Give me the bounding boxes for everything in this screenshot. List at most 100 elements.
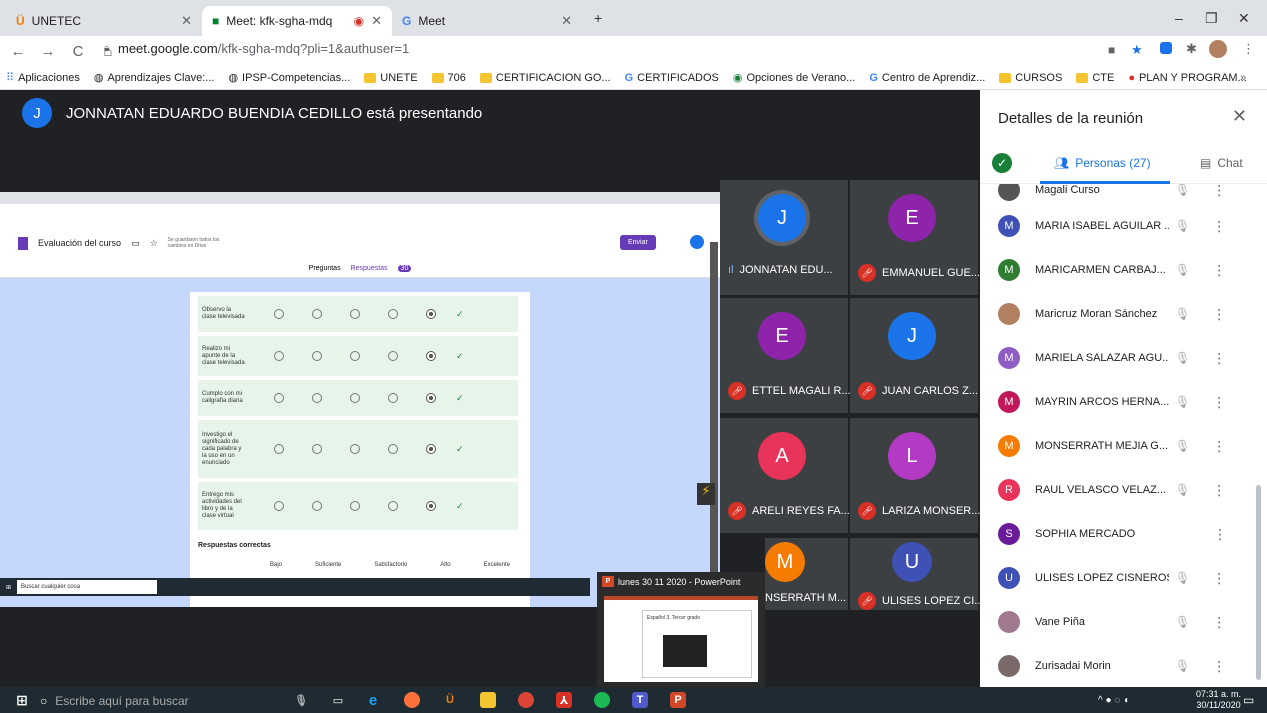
menu-kebab-icon[interactable]: ⋮ [1242,41,1255,57]
participant-tile[interactable]: J 🎤︎ JUAN CARLOS Z... [850,298,978,413]
participant-row[interactable]: M MAYRIN ARCOS HERNA... 🎙︎ ⋮ [998,382,1263,422]
extension-icon[interactable] [1160,42,1172,54]
minimize-button[interactable]: – [1175,10,1183,26]
bookmark-folder[interactable]: UNETE [364,72,418,84]
close-icon[interactable]: ✕ [371,13,382,29]
puzzle-icon[interactable]: ✱ [1186,41,1197,57]
profile-avatar[interactable] [1209,40,1227,58]
participant-name: Maricruz Moran Sánchez [1035,308,1158,320]
participant-row[interactable]: Zurisadai Morin 🎙︎ ⋮ [998,646,1263,686]
more-options-icon[interactable]: ⋮ [1213,526,1227,543]
firefox-icon[interactable] [404,692,420,708]
participant-row[interactable]: Vane Piña 🎙︎ ⋮ [998,602,1263,642]
participant-row[interactable]: R RAUL VELASCO VELAZ... 🎙︎ ⋮ [998,470,1263,510]
taskbar-search[interactable]: ○ Escribe aquí para buscar [40,690,276,712]
reload-icon[interactable]: C [66,43,90,60]
acrobat-icon[interactable]: ⅄ [556,692,572,708]
info-check-icon[interactable]: ✓ [992,153,1012,173]
window-close-button[interactable]: ✕ [1238,10,1250,27]
restore-button[interactable]: ❐ [1205,10,1218,27]
address-bar[interactable]: meet.google.com/kfk-sgha-mdq?pli=1&authu… [118,41,409,56]
system-clock[interactable]: 07:31 a. m. 30/11/2020 [1196,689,1241,711]
close-icon[interactable]: ✕ [561,13,572,29]
bookmark-folder[interactable]: CTE [1076,72,1114,84]
back-icon[interactable]: ← [6,43,30,60]
bookmark-star-icon[interactable]: ★ [1131,42,1143,58]
row-label: Observo la clase televisada [202,307,245,320]
bookmark-item[interactable]: ● PLAN Y PROGRAM... [1128,72,1246,84]
new-tab-button[interactable]: + [594,10,602,26]
more-options-icon[interactable]: ⋮ [1212,262,1226,279]
participant-tile[interactable]: J ıl JONNATAN EDU... [720,180,848,295]
more-options-icon[interactable]: ⋮ [1212,570,1226,587]
more-options-icon[interactable]: ⋮ [1212,394,1226,411]
forward-icon[interactable]: → [36,43,60,60]
bookmark-folder[interactable]: CURSOS [999,72,1062,84]
more-options-icon[interactable]: ⋮ [1212,438,1226,455]
tab-people[interactable]: 👥︎ Personas (27) [1054,156,1151,170]
browser-tab-meet[interactable]: G Meet ✕ [392,6,582,36]
task-view-icon[interactable]: ▭ [330,692,346,708]
participant-row[interactable]: M MONSERRATH MEJIA G... 🎙︎ ⋮ [998,426,1263,466]
powerpoint-preview[interactable]: Plunes 30 11 2020 - PowerPoint Español 3… [597,572,765,688]
participant-row[interactable]: U ULISES LOPEZ CISNEROS 🎙︎ ⋮ [998,558,1263,598]
browser-tab-meet-active[interactable]: ■ Meet: kfk-sgha-mdq ◉ ✕ [202,6,392,36]
spotify-icon[interactable] [594,692,610,708]
panel-scrollbar[interactable] [1256,485,1261,680]
search-placeholder: Escribe aquí para buscar [55,694,189,708]
more-options-icon[interactable]: ⋮ [1212,658,1226,675]
tab-chat[interactable]: ▤ Chat [1200,156,1243,170]
close-icon[interactable]: ✕ [1232,106,1247,127]
participant-tile[interactable]: M NSERRATH M... [765,538,848,610]
mic-off-icon: 🎙︎ [1175,615,1191,629]
more-bookmarks-icon[interactable]: » [1240,72,1246,84]
avatar: M [998,435,1020,457]
more-options-icon[interactable]: ⋮ [1212,614,1226,631]
slide-title: Español 3. Tercer grado [647,615,700,621]
participant-row[interactable]: M MARIA ISABEL AGUILAR ... 🎙︎ ⋮ [998,206,1263,246]
tab-label: Chat [1217,156,1243,170]
participant-tile[interactable]: E 🎤︎ ETTEL MAGALI R... [720,298,851,413]
participant-tile[interactable]: A 🎤︎ ARELI REYES FA... [720,418,850,533]
more-options-icon[interactable]: ⋮ [1212,218,1226,235]
powerpoint-icon[interactable]: P [670,692,686,708]
teams-icon[interactable]: T [632,692,648,708]
radio [312,393,322,403]
more-options-icon[interactable]: ⋮ [1212,482,1226,499]
more-options-icon[interactable]: ⋮ [1212,350,1226,367]
folder-icon [364,72,377,83]
unetec-icon[interactable]: Ü [442,692,458,708]
chrome-icon[interactable] [518,692,534,708]
windows-start-icon[interactable]: ⊞ [14,692,30,708]
participant-tile[interactable]: L 🎤︎ LARIZA MONSER... [850,418,980,533]
participant-tile[interactable]: E 🎤︎ EMMANUEL GUE... [850,180,980,295]
bookmark-folder[interactable]: CERTIFICACION GO... [479,72,611,84]
bookmark-item[interactable]: G CERTIFICADOS [625,72,719,84]
close-icon[interactable]: ✕ [181,13,192,29]
browser-tab-unetec[interactable]: Ü UNETEC ✕ [6,6,202,36]
bookmark-apps[interactable]: ⠿ Aplicaciones [6,71,80,85]
pin-icon[interactable]: ⚡︎ [697,483,715,505]
edge-icon[interactable]: e [365,692,381,709]
bookmark-item[interactable]: ◉ Opciones de Verano... [733,71,855,85]
notifications-icon[interactable]: ▭ [1243,693,1254,707]
participant-row[interactable]: M MARICARMEN CARBAJ... 🎙︎ ⋮ [998,250,1263,290]
participant-row[interactable]: Maricruz Moran Sánchez 🎙︎ ⋮ [998,294,1263,334]
bookmark-item[interactable]: ◍ IPSP-Competencias... [228,71,350,85]
bookmark-item[interactable]: ◍ Aprendizajes Clave:... [94,71,215,85]
participant-tile[interactable]: U 🎤︎ ULISES LOPEZ CI... [850,538,983,610]
tray-icons[interactable]: ^ ● ◌ ◖ [1098,695,1129,706]
more-options-icon[interactable]: ⋮ [1212,184,1226,199]
more-options-icon[interactable]: ⋮ [1212,306,1226,323]
bookmark-item[interactable]: G Centro de Aprendiz... [869,72,985,84]
mic-off-icon: 🎙︎ [1175,395,1191,409]
participant-row[interactable]: M MARIELA SALAZAR AGU... 🎙︎ ⋮ [998,338,1263,378]
mic-off-icon: 🎤︎ [858,592,876,610]
scale-label: Alto [440,562,451,568]
camera-icon[interactable]: ■ [1108,43,1115,57]
mic-icon[interactable]: 🎙︎ [293,692,309,708]
participant-row[interactable]: S SOPHIA MERCADO ⋮ [998,514,1263,554]
bookmark-folder[interactable]: 706 [431,72,466,84]
form-tabs: Preguntas Respuestas 30 [0,260,720,278]
file-explorer-icon[interactable] [480,692,496,708]
